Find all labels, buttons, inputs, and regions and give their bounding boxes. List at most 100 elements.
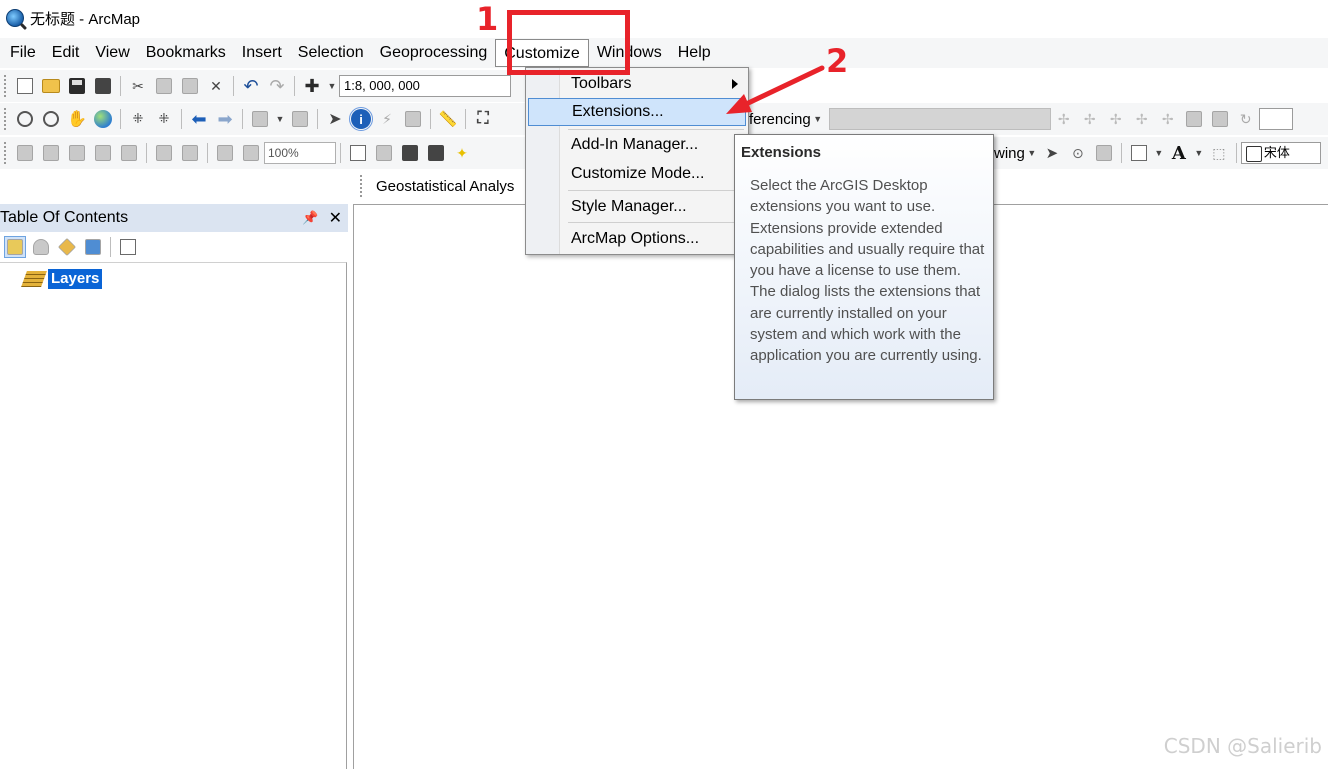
delete-icon[interactable]: ✕ — [205, 75, 227, 97]
options-icon[interactable] — [117, 236, 139, 258]
menu-help[interactable]: Help — [670, 39, 719, 67]
list-by-source-icon[interactable] — [30, 236, 52, 258]
identify-icon[interactable]: i — [349, 107, 373, 131]
menu-item-label: Style Manager... — [571, 198, 687, 215]
geostatistical-toolbar: Geostatistical Analys — [360, 172, 514, 200]
focus-data-frame-icon[interactable] — [373, 142, 395, 164]
paste-icon[interactable] — [179, 75, 201, 97]
list-by-selection-icon[interactable] — [82, 236, 104, 258]
layout-zoom-combo[interactable]: 100% — [264, 142, 336, 164]
drawing-menu[interactable]: wing — [994, 145, 1025, 162]
select-features-icon[interactable] — [249, 108, 271, 130]
layout-zoom-in-icon[interactable] — [14, 142, 36, 164]
pin-icon[interactable]: 📌 — [302, 210, 318, 226]
layout-toolbar: 100% ✦ — [0, 137, 525, 169]
menu-geoprocessing[interactable]: Geoprocessing — [372, 39, 496, 67]
chevron-down-icon[interactable]: ▼ — [1027, 142, 1037, 164]
list-by-drawing-order-icon[interactable] — [4, 236, 26, 258]
menu-selection[interactable]: Selection — [290, 39, 372, 67]
menu-insert[interactable]: Insert — [234, 39, 290, 67]
toolbar-grip[interactable] — [4, 75, 8, 97]
toggle-draft-mode-icon[interactable] — [347, 142, 369, 164]
copy-icon[interactable] — [153, 75, 175, 97]
pan-icon[interactable]: ✋ — [66, 108, 88, 130]
annotation-highlight-box — [507, 10, 630, 75]
rotate-value-combo[interactable] — [1258, 108, 1293, 130]
menu-item-extensions[interactable]: Extensions... — [528, 98, 746, 126]
list-by-visibility-icon[interactable] — [56, 236, 78, 258]
toolbar-separator — [110, 237, 111, 257]
undo-icon[interactable]: ↶ — [240, 75, 262, 97]
toolbar-grip[interactable] — [360, 175, 364, 197]
menu-file[interactable]: File — [2, 39, 44, 67]
menu-edit[interactable]: Edit — [44, 39, 88, 67]
zoom-in-icon[interactable] — [14, 108, 36, 130]
zoom-100-icon[interactable] — [118, 142, 140, 164]
toolbar-separator — [294, 76, 295, 96]
geostatistical-analyst-menu[interactable]: Geostatistical Analys — [376, 178, 514, 195]
menu-item-customize-mode[interactable]: Customize Mode... — [560, 160, 748, 188]
close-icon[interactable]: ✕ — [329, 208, 342, 228]
save-icon[interactable] — [66, 75, 88, 97]
fixed-zoom-in-icon[interactable]: ⁜ — [127, 108, 149, 130]
chevron-down-icon[interactable]: ▼ — [275, 108, 285, 130]
menu-bar: File Edit View Bookmarks Insert Selectio… — [0, 38, 1328, 68]
zoom-out-icon[interactable] — [40, 108, 62, 130]
chevron-down-icon[interactable]: ▼ — [1194, 142, 1204, 164]
chevron-down-icon[interactable]: ▼ — [1154, 142, 1164, 164]
open-icon[interactable] — [40, 75, 62, 97]
new-document-icon[interactable] — [14, 75, 36, 97]
layers-icon — [21, 271, 47, 287]
layout-zoom-out-icon[interactable] — [40, 142, 62, 164]
html-popup-icon[interactable] — [402, 108, 424, 130]
full-extent-icon[interactable] — [92, 108, 114, 130]
view-link-table-icon — [1183, 108, 1205, 130]
tooltip-title: Extensions — [741, 144, 822, 161]
toolbar-separator — [1120, 143, 1122, 163]
go-back-extent-icon[interactable] — [214, 142, 236, 164]
layout-pan-icon[interactable] — [66, 142, 88, 164]
menu-item-add-in-manager[interactable]: Add-In Manager... — [560, 131, 748, 159]
rectangle-icon[interactable] — [1128, 142, 1150, 164]
select-elements-icon[interactable]: ➤ — [324, 108, 346, 130]
menu-bookmarks[interactable]: Bookmarks — [138, 39, 234, 67]
change-layout-icon[interactable] — [399, 142, 421, 164]
fixed-zoom-out-icon[interactable]: ⁜ — [153, 108, 175, 130]
layers-label[interactable]: Layers — [48, 269, 103, 289]
text-tool-icon[interactable]: A — [1168, 142, 1190, 164]
menu-item-label: ArcMap Options... — [571, 230, 700, 247]
font-name-combo[interactable]: 宋体 — [1240, 142, 1321, 164]
menu-item-style-manager[interactable]: Style Manager... — [560, 193, 748, 221]
map-scale-combo[interactable]: 1:8, 000, 000 — [339, 75, 511, 97]
fixed-zoom-in-icon[interactable] — [153, 142, 175, 164]
add-new-item-icon[interactable]: ✦ — [451, 142, 473, 164]
clear-selection-icon[interactable] — [289, 108, 311, 130]
forward-arrow-icon[interactable]: ➡ — [214, 108, 236, 130]
go-forward-extent-icon[interactable] — [240, 142, 262, 164]
data-driven-pages-icon[interactable] — [425, 142, 447, 164]
toc-panel: Layers — [0, 262, 347, 769]
find-icon[interactable]: ⛶ — [472, 108, 494, 130]
menu-item-arcmap-options[interactable]: ArcMap Options... — [560, 225, 748, 253]
menu-view[interactable]: View — [87, 39, 137, 67]
toolbar-separator — [233, 76, 234, 96]
zoom-whole-page-icon[interactable] — [92, 142, 114, 164]
cut-icon[interactable]: ✂ — [127, 75, 149, 97]
print-icon[interactable] — [92, 75, 114, 97]
layers-data-frame[interactable]: Layers — [21, 269, 103, 289]
add-data-icon[interactable]: ✚ — [301, 75, 323, 97]
fixed-zoom-out-icon[interactable] — [179, 142, 201, 164]
redo-icon[interactable]: ↷ — [266, 75, 288, 97]
link-icon: ✢ — [1083, 110, 1096, 127]
chevron-down-icon[interactable]: ▼ — [327, 75, 337, 97]
georef-layer-combo[interactable] — [828, 108, 1051, 130]
measure-icon[interactable]: 📏 — [437, 108, 459, 130]
hyperlink-icon[interactable]: ⚡ — [376, 108, 398, 130]
zoom-to-selected-icon[interactable] — [1093, 142, 1115, 164]
edit-vertices-icon[interactable]: ⬚ — [1208, 142, 1230, 164]
select-elements-icon[interactable]: ➤ — [1041, 142, 1063, 164]
back-arrow-icon[interactable]: ⬅ — [188, 108, 210, 130]
toolbar-grip[interactable] — [4, 142, 8, 164]
rotate-icon[interactable]: ⊙ — [1067, 142, 1089, 164]
toolbar-grip[interactable] — [4, 108, 8, 130]
